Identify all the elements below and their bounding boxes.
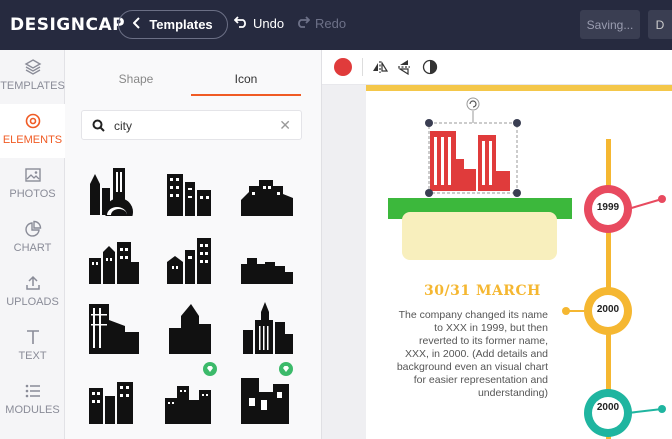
tab-shape[interactable]: Shape bbox=[81, 68, 191, 96]
undo-icon bbox=[233, 16, 248, 31]
city-icon-tile[interactable] bbox=[85, 298, 145, 354]
city-icon-tile[interactable] bbox=[163, 160, 223, 216]
modules-icon bbox=[24, 382, 42, 400]
city-icon-tile[interactable] bbox=[85, 368, 145, 424]
selected-city-icon bbox=[430, 131, 510, 191]
redo-label: Redo bbox=[315, 16, 347, 31]
toolbar-separator bbox=[362, 58, 363, 76]
flip-vertical-icon[interactable] bbox=[396, 59, 412, 76]
timeline-year-label: 2000 bbox=[596, 402, 620, 413]
search-input[interactable]: city ✕ bbox=[81, 110, 302, 140]
left-nav: TEMPLATES ELEMENTS PHOTOS CHART UPLOADS … bbox=[0, 50, 65, 439]
redo-icon bbox=[296, 16, 311, 31]
nav-item-chart[interactable]: CHART bbox=[0, 212, 65, 266]
layers-icon bbox=[24, 58, 42, 76]
templates-button-label: Templates bbox=[149, 17, 213, 32]
premium-city-icon-tile[interactable] bbox=[239, 362, 299, 424]
undo-label: Undo bbox=[253, 16, 285, 31]
city-icon-tile[interactable] bbox=[85, 160, 145, 226]
nav-label: TEXT bbox=[18, 350, 47, 362]
nav-item-uploads[interactable]: UPLOADS bbox=[0, 266, 65, 320]
flip-horizontal-icon[interactable] bbox=[372, 59, 389, 75]
logo[interactable]: DESIGNCAP bbox=[10, 15, 125, 35]
timeline-year-label: 2000 bbox=[596, 304, 620, 315]
premium-city-icon-tile[interactable] bbox=[163, 362, 223, 424]
city-icon-tile[interactable] bbox=[239, 228, 299, 284]
nav-label: ELEMENTS bbox=[2, 134, 63, 146]
nav-label: MODULES bbox=[5, 404, 60, 416]
color-picker-swatch[interactable] bbox=[334, 58, 352, 76]
upload-icon bbox=[24, 274, 42, 292]
nav-item-text[interactable]: TEXT bbox=[0, 320, 65, 374]
download-button[interactable]: D bbox=[648, 10, 672, 39]
city-icon-tile[interactable] bbox=[85, 228, 145, 284]
tab-icon[interactable]: Icon bbox=[191, 68, 301, 96]
saving-status: Saving... bbox=[580, 10, 640, 39]
nav-label: UPLOADS bbox=[6, 296, 59, 308]
icon-grid bbox=[85, 160, 305, 439]
nav-label: TEMPLATES bbox=[0, 80, 65, 92]
premium-badge-icon bbox=[203, 362, 217, 381]
elements-icon bbox=[24, 112, 42, 130]
nav-label: CHART bbox=[13, 242, 52, 254]
transparency-icon[interactable] bbox=[422, 59, 438, 75]
search-value: city bbox=[114, 119, 132, 133]
premium-badge-icon bbox=[279, 362, 293, 381]
nav-item-elements[interactable]: ELEMENTS bbox=[0, 104, 65, 158]
undo-button[interactable]: Undo bbox=[233, 16, 285, 31]
redo-button[interactable]: Redo bbox=[296, 16, 346, 31]
cream-box bbox=[402, 212, 557, 260]
date-heading[interactable]: 30/31 MARCH bbox=[424, 283, 541, 299]
city-icon-tile[interactable] bbox=[163, 298, 223, 354]
description-text[interactable]: The company changed its name to XXX in 1… bbox=[396, 309, 548, 400]
templates-button[interactable]: Templates bbox=[118, 10, 228, 39]
elements-panel: Shape Icon city ✕ bbox=[65, 50, 321, 439]
chevron-left-icon bbox=[132, 17, 141, 32]
pie-chart-icon bbox=[24, 220, 42, 238]
panel-tabs: Shape Icon bbox=[81, 68, 301, 96]
city-icon-tile[interactable] bbox=[239, 160, 299, 216]
search-icon bbox=[92, 119, 105, 137]
nav-label: PHOTOS bbox=[9, 188, 56, 200]
city-icon-tile[interactable] bbox=[163, 228, 223, 284]
nav-item-photos[interactable]: PHOTOS bbox=[0, 158, 65, 212]
city-icon-tile[interactable] bbox=[239, 298, 299, 354]
nav-item-modules[interactable]: MODULES bbox=[0, 374, 65, 428]
image-icon bbox=[24, 166, 42, 184]
top-bar: DESIGNCAP Templates Undo Redo Saving... … bbox=[0, 0, 672, 50]
timeline-year-label: 1999 bbox=[596, 202, 620, 213]
close-icon[interactable]: ✕ bbox=[279, 117, 291, 134]
element-toolbar bbox=[322, 50, 672, 85]
nav-item-templates[interactable]: TEMPLATES bbox=[0, 50, 65, 104]
text-icon bbox=[24, 328, 42, 346]
